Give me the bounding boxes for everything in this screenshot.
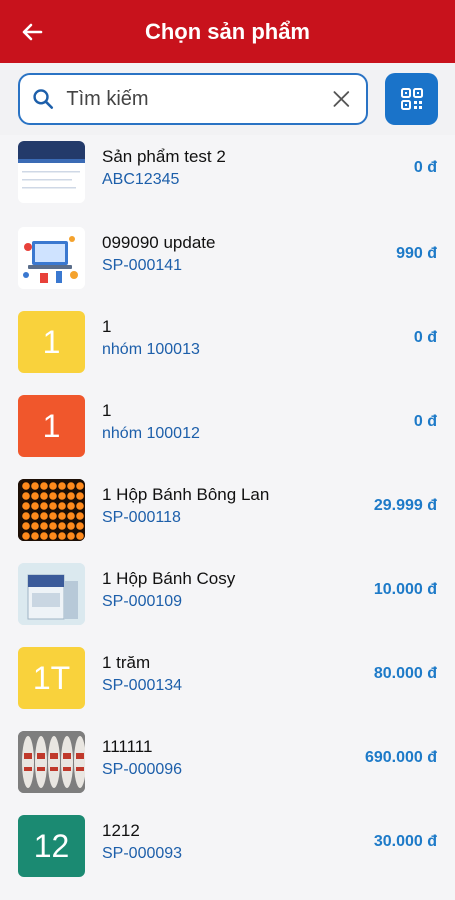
product-name: 1 — [102, 401, 112, 420]
product-thumbnail: 1T — [18, 647, 85, 709]
search-box[interactable] — [18, 73, 368, 125]
page-title: Chọn sản phẩm — [144, 18, 310, 44]
product-name: 1212 — [102, 821, 140, 840]
product-price: 30.000 đ — [373, 833, 437, 850]
product-price: 0 đ — [413, 159, 437, 176]
product-name: 1 — [102, 317, 112, 336]
product-name: 1 Hộp Bánh Bông Lan — [102, 485, 270, 504]
back-button[interactable] — [18, 18, 46, 46]
product-code: nhóm 100012 — [102, 425, 200, 442]
close-icon[interactable] — [331, 87, 352, 111]
product-thumbnail: 1 — [18, 395, 85, 457]
qr-scan-button[interactable] — [385, 73, 438, 125]
product-thumbnail — [18, 479, 85, 541]
product-code: SP-000118 — [102, 509, 181, 526]
product-name: Sản phẩm test 2 — [102, 147, 226, 166]
product-thumbnail — [18, 731, 85, 793]
thumbnail-initials: 1T — [32, 659, 71, 696]
product-code: SP-000141 — [102, 257, 183, 274]
product-item[interactable]: 1T 1 trăm SP-000134 80.000 đ — [0, 639, 455, 723]
search-icon — [33, 89, 54, 109]
product-item[interactable]: 1 1 nhóm 100012 0 đ — [0, 387, 455, 471]
product-price: 80.000 đ — [373, 665, 437, 682]
arrow-left-icon — [22, 23, 43, 41]
product-thumbnail — [18, 227, 85, 289]
product-list: Sản phẩm test 2 ABC12345 0 đ 099090 update S… — [0, 135, 455, 900]
thumbnail-initials: 1 — [42, 407, 61, 444]
product-code: SP-000093 — [102, 845, 183, 862]
product-name: 1 Hộp Bánh Cosy — [102, 569, 236, 588]
product-price: 0 đ — [413, 329, 437, 346]
product-item[interactable]: 111111 SP-000096 690.000 đ — [0, 723, 455, 807]
product-price: 0 đ — [413, 413, 437, 430]
product-name: 099090 update — [102, 233, 216, 252]
qr-code-icon — [400, 88, 423, 110]
product-item[interactable]: 12 1212 SP-000093 30.000 đ — [0, 807, 455, 891]
product-price: 10.000 đ — [373, 581, 437, 598]
app-header: Chọn sản phẩm — [0, 0, 455, 63]
product-code: ABC12345 — [102, 171, 180, 188]
thumbnail-initials: 1 — [42, 323, 61, 360]
product-item[interactable]: 1 1 nhóm 100013 0 đ — [0, 303, 455, 387]
thumbnail-initials: 12 — [33, 827, 70, 864]
product-item[interactable]: 1 Hộp Bánh Bông Lan SP-000118 29.999 đ — [0, 471, 455, 555]
product-thumbnail: 1 — [18, 311, 85, 373]
product-price: 990 đ — [396, 245, 437, 262]
product-code: SP-000096 — [102, 761, 183, 778]
product-name: 1 trăm — [102, 653, 151, 672]
product-thumbnail — [18, 563, 85, 625]
product-name: 111111 — [102, 737, 153, 756]
search-bar — [0, 63, 455, 135]
product-code: SP-000134 — [102, 677, 183, 694]
product-item[interactable]: 1 Hộp Bánh Cosy SP-000109 10.000 đ — [0, 555, 455, 639]
search-input[interactable] — [66, 87, 332, 111]
product-thumbnail: 12 — [18, 815, 85, 877]
product-price: 690.000 đ — [364, 749, 437, 766]
product-item[interactable]: 099090 update SP-000141 990 đ — [0, 219, 455, 303]
product-code: SP-000109 — [102, 593, 183, 610]
product-price: 29.999 đ — [373, 497, 437, 514]
product-code: nhóm 100013 — [102, 341, 200, 358]
product-thumbnail — [18, 141, 85, 203]
product-item[interactable]: Sản phẩm test 2 ABC12345 0 đ — [0, 135, 455, 217]
